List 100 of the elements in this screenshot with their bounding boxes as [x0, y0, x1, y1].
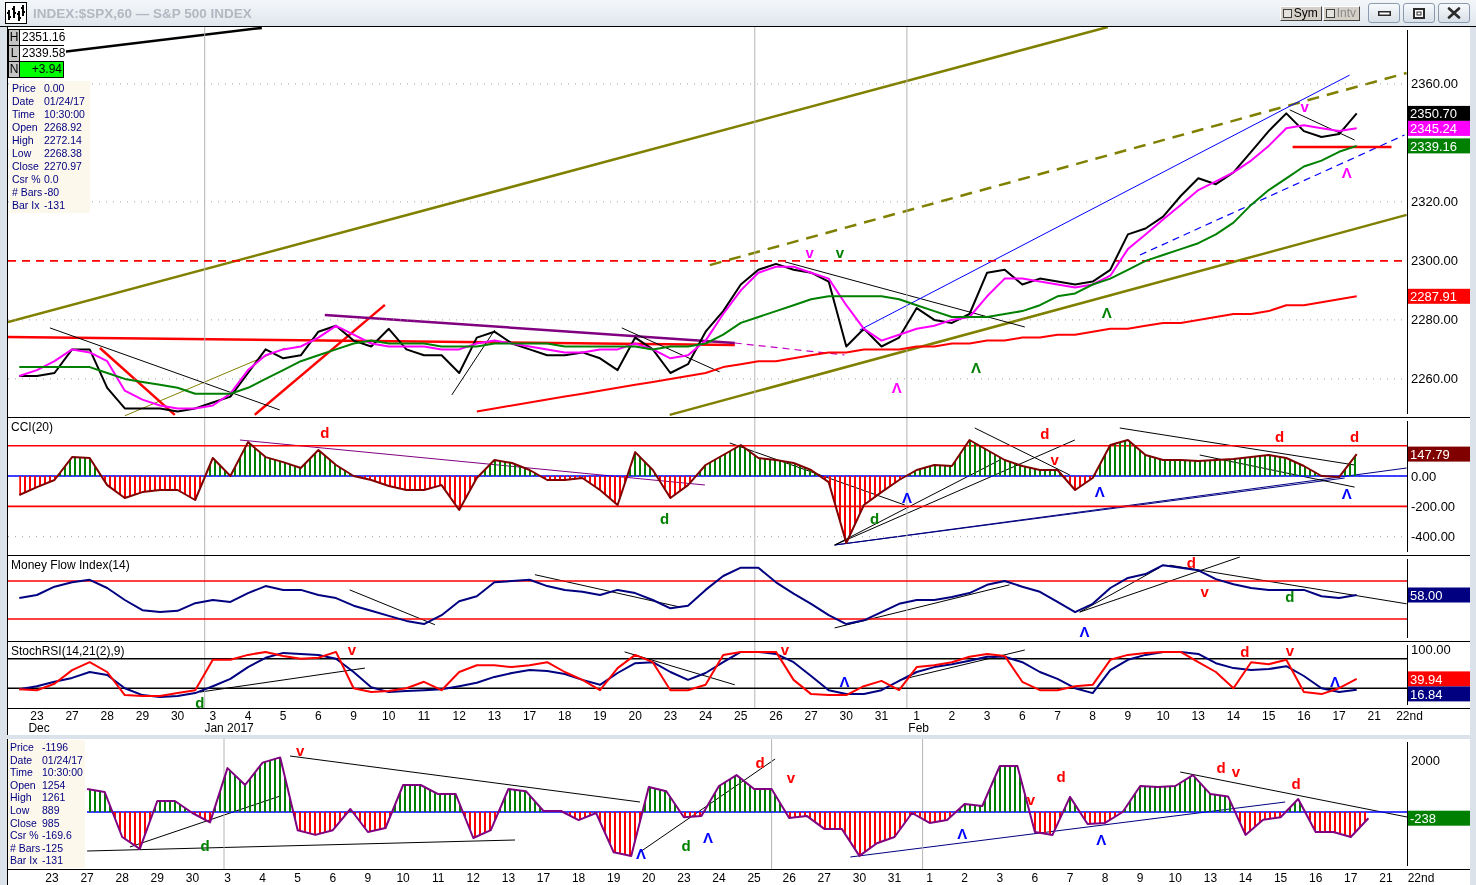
- info-label: Date: [12, 95, 36, 108]
- signal-mark: v: [805, 243, 814, 261]
- date-label: 16: [1309, 870, 1323, 885]
- date-label: 8: [1101, 870, 1109, 885]
- date-label: 16: [1297, 709, 1311, 723]
- date-label: 9: [364, 870, 372, 885]
- date-label: 22nd: [1407, 870, 1435, 885]
- signal-mark: Λ: [1101, 304, 1112, 322]
- date-label: 31: [887, 870, 902, 885]
- maximize-button[interactable]: [1403, 3, 1435, 23]
- date-label: 1: [926, 870, 933, 885]
- info-label: Bar Ix: [12, 199, 41, 212]
- signal-mark: d: [1186, 556, 1196, 571]
- last-value-label: 147.79: [1408, 446, 1470, 463]
- signal-mark: v: [1026, 790, 1036, 808]
- date-label: 27: [817, 870, 831, 885]
- signal-mark: Λ: [901, 488, 912, 506]
- info-label: Close: [12, 160, 40, 173]
- signal-mark: Λ: [636, 844, 646, 862]
- date-label: 30: [852, 870, 867, 885]
- signal-mark: d: [195, 693, 205, 708]
- date-label: 30: [185, 870, 200, 885]
- date-label: 8: [1089, 709, 1097, 723]
- info-value: -125: [42, 841, 63, 855]
- date-label: 11: [417, 709, 431, 723]
- month-label: Jan 2017: [204, 721, 254, 735]
- date-label: 17: [1332, 709, 1346, 723]
- maximize-icon: [1413, 7, 1425, 19]
- date-label: 20: [628, 709, 642, 723]
- signal-mark: Λ: [1079, 622, 1090, 640]
- info-label: Date: [10, 753, 34, 767]
- info-label: High: [10, 791, 33, 804]
- date-label: 23: [30, 709, 44, 723]
- date-label: 17: [536, 870, 551, 885]
- signal-mark: Λ: [970, 358, 981, 376]
- info-value: 01/24/17: [44, 95, 85, 108]
- signal-mark: v: [1200, 583, 1209, 601]
- axis-label: 2000: [1411, 752, 1440, 768]
- date-label: 12: [452, 709, 466, 723]
- date-label: 3: [209, 709, 217, 723]
- axis-label: -200.00: [1411, 498, 1456, 514]
- signal-mark: Λ: [839, 673, 850, 691]
- indicator-title: CCI(20): [10, 420, 54, 434]
- signal-mark: Λ: [1329, 673, 1340, 691]
- signal-mark: Λ: [1341, 484, 1352, 502]
- date-label: 20: [642, 870, 656, 885]
- date-label: 7: [1054, 709, 1061, 723]
- info-label: # Bars: [12, 186, 44, 199]
- date-label: 19: [607, 870, 621, 885]
- close-button[interactable]: [1438, 3, 1470, 23]
- signal-mark: v: [1300, 98, 1309, 116]
- date-label: 30: [170, 709, 185, 723]
- date-label: 25: [734, 709, 748, 723]
- info-value: -169.6: [42, 829, 72, 842]
- date-label: 25: [747, 870, 761, 885]
- date-label: 12: [466, 870, 480, 885]
- last-value-label: 58.00: [1408, 587, 1470, 603]
- signal-mark: Λ: [1096, 830, 1107, 848]
- date-label: 17: [1344, 870, 1358, 885]
- last-value-label: 2287.91: [1408, 288, 1470, 305]
- signal-mark: d: [1275, 427, 1285, 445]
- info-label: Time: [12, 108, 36, 121]
- close-icon: [1447, 7, 1461, 19]
- date-label: 19: [593, 709, 607, 723]
- date-label: 18: [558, 709, 572, 723]
- indicator-title: StochRSI(14,21(2),9): [10, 644, 126, 658]
- stat-value: +3.94: [20, 62, 63, 77]
- date-label: 3: [224, 870, 231, 885]
- bar-chart-icon[interactable]: [5, 2, 27, 24]
- date-label: 9: [1124, 709, 1132, 723]
- date-label: 28: [100, 709, 114, 723]
- info-label: Open: [10, 778, 37, 792]
- date-label: 5: [294, 870, 302, 885]
- info-value: 10:30:00: [44, 108, 85, 121]
- date-label: 3: [996, 870, 1004, 885]
- date-label: 5: [279, 709, 287, 723]
- date-label: 21: [1367, 709, 1381, 723]
- minimize-button[interactable]: [1368, 3, 1400, 23]
- info-label: Price: [10, 741, 35, 754]
- date-label: 6: [1031, 870, 1039, 885]
- date-label: 13: [1191, 709, 1205, 723]
- date-label: 6: [1018, 709, 1026, 723]
- date-label: 15: [1273, 870, 1288, 885]
- axis-label: 2320.00: [1411, 194, 1458, 210]
- date-label: 27: [65, 709, 79, 723]
- info-label: Bar Ix: [10, 854, 39, 867]
- date-label: 31: [874, 709, 889, 723]
- date-label: 22nd: [1396, 709, 1423, 723]
- date-label: 17: [522, 709, 537, 723]
- signal-mark: d: [869, 509, 880, 527]
- last-value-label: 16.84: [1408, 686, 1470, 702]
- toggle-button[interactable]: Sym: [1279, 5, 1322, 21]
- signal-mark: v: [1050, 450, 1059, 468]
- signal-mark: d: [1216, 758, 1226, 776]
- info-value: 2268.38: [44, 147, 82, 160]
- info-value: 985: [42, 816, 60, 830]
- info-value: 889: [42, 803, 60, 817]
- signal-mark: v: [347, 642, 357, 658]
- date-label: 3: [983, 709, 991, 723]
- date-label: 4: [259, 870, 266, 885]
